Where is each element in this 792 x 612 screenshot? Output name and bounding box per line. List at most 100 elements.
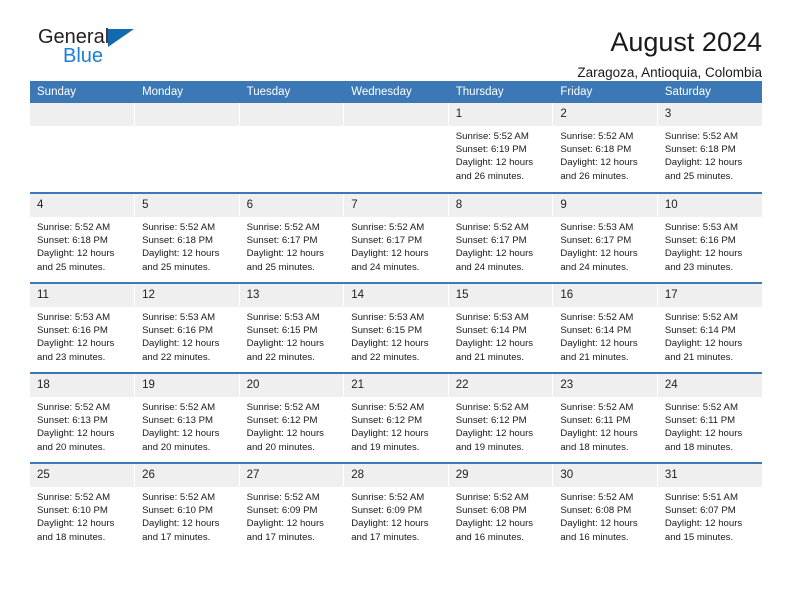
day-number: 14 (344, 284, 448, 307)
calendar-day-cell[interactable]: 19 Sunrise: 5:52 AM Sunset: 6:13 PM Dayligh… (134, 372, 240, 463)
sunrise-text: Sunrise: 5:53 AM (142, 312, 216, 323)
sunrise-text: Sunrise: 5:52 AM (664, 312, 738, 323)
daylight-text-line1: Daylight: 12 hours (664, 157, 743, 169)
calendar-day-cell[interactable]: 27 Sunrise: 5:52 AM Sunset: 6:09 PM Dayligh… (239, 462, 345, 553)
sunset-text: Sunset: 6:18 PM (664, 144, 736, 156)
sunset-text: Sunset: 6:14 PM (455, 325, 527, 337)
sunset-text: Sunset: 6:11 PM (664, 415, 736, 427)
daylight-text-line2: and 24 minutes. (351, 261, 420, 273)
calendar-day-cell[interactable]: 6 Sunrise: 5:52 AM Sunset: 6:17 PM Daylight… (239, 192, 345, 283)
calendar-day-cell[interactable]: 21 Sunrise: 5:52 AM Sunset: 6:12 PM Dayligh… (343, 372, 449, 463)
sunset-text: Sunset: 6:17 PM (455, 235, 527, 247)
calendar-day-cell[interactable]: 20 Sunrise: 5:52 AM Sunset: 6:12 PM Dayligh… (239, 372, 345, 463)
sunrise-text: Sunrise: 5:52 AM (246, 492, 320, 503)
calendar-day-cell[interactable]: 22 Sunrise: 5:52 AM Sunset: 6:12 PM Dayligh… (448, 372, 554, 463)
sunset-text: Sunset: 6:17 PM (246, 235, 318, 247)
day-number: 16 (553, 284, 657, 307)
daylight-text-line2: and 23 minutes. (664, 261, 734, 273)
sunrise-text: Sunrise: 5:53 AM (246, 312, 320, 323)
day-number: 30 (553, 464, 657, 487)
calendar-day-cell[interactable]: 30 Sunrise: 5:52 AM Sunset: 6:08 PM Dayligh… (552, 462, 658, 553)
daylight-text-line2: and 25 minutes. (246, 261, 315, 273)
day-details: Sunrise: 5:52 AM Sunset: 6:18 PM Daylight:… (135, 217, 239, 274)
daylight-text-line2: and 24 minutes. (560, 261, 629, 273)
day-details: Sunrise: 5:52 AM Sunset: 6:17 PM Daylight:… (344, 217, 448, 274)
daylight-text-line2: and 20 minutes. (142, 441, 211, 453)
calendar-day-cell-empty (134, 103, 240, 193)
calendar-day-cell[interactable]: 28 Sunrise: 5:52 AM Sunset: 6:09 PM Dayligh… (343, 462, 449, 553)
day-details: Sunrise: 5:52 AM Sunset: 6:18 PM Daylight:… (553, 126, 657, 183)
calendar-day-cell[interactable]: 18 Sunrise: 5:52 AM Sunset: 6:13 PM Dayligh… (30, 372, 136, 463)
calendar-day-cell[interactable]: 1 Sunrise: 5:52 AM Sunset: 6:19 PM Daylight… (448, 103, 554, 193)
calendar-day-cell[interactable]: 3 Sunrise: 5:52 AM Sunset: 6:18 PM Daylight… (657, 103, 762, 193)
day-number: 27 (239, 464, 344, 487)
daylight-text-line1: Daylight: 12 hours (351, 248, 429, 260)
calendar-day-cell[interactable]: 17 Sunrise: 5:52 AM Sunset: 6:14 PM Dayligh… (657, 282, 762, 373)
day-number: 24 (657, 374, 762, 397)
sunrise-text: Sunrise: 5:52 AM (351, 222, 425, 233)
calendar-day-cell[interactable]: 23 Sunrise: 5:52 AM Sunset: 6:11 PM Dayligh… (552, 372, 658, 463)
daylight-text-line1: Daylight: 12 hours (664, 428, 743, 440)
calendar-page: General Blue August 2024 Zaragoza, Antio… (0, 0, 792, 612)
daylight-text-line1: Daylight: 12 hours (37, 518, 115, 530)
day-details: Sunrise: 5:52 AM Sunset: 6:14 PM Daylight:… (658, 307, 762, 364)
calendar-day-cell[interactable]: 4 Sunrise: 5:52 AM Sunset: 6:18 PM Daylight… (30, 192, 136, 283)
sunset-text: Sunset: 6:12 PM (455, 415, 527, 427)
day-details: Sunrise: 5:53 AM Sunset: 6:14 PM Daylight:… (449, 307, 553, 364)
calendar-day-cell[interactable]: 12 Sunrise: 5:53 AM Sunset: 6:16 PM Dayligh… (134, 282, 240, 373)
calendar-day-cell[interactable]: 9 Sunrise: 5:53 AM Sunset: 6:17 PM Daylight… (552, 192, 658, 283)
sunset-text: Sunset: 6:15 PM (246, 325, 318, 337)
calendar-day-cell[interactable]: 31 Sunrise: 5:51 AM Sunset: 6:07 PM Dayligh… (657, 462, 762, 553)
sunrise-text: Sunrise: 5:52 AM (37, 402, 111, 413)
sunset-text: Sunset: 6:10 PM (142, 505, 213, 517)
logo-text-blue: Blue (63, 45, 104, 67)
sunrise-text: Sunrise: 5:52 AM (37, 222, 111, 233)
calendar-day-cell[interactable]: 13 Sunrise: 5:53 AM Sunset: 6:15 PM Dayligh… (239, 282, 345, 373)
calendar-day-cell[interactable]: 29 Sunrise: 5:52 AM Sunset: 6:08 PM Dayligh… (448, 462, 554, 553)
calendar-day-cell[interactable]: 8 Sunrise: 5:52 AM Sunset: 6:17 PM Daylight… (448, 192, 554, 283)
day-details: Sunrise: 5:52 AM Sunset: 6:08 PM Daylight:… (449, 487, 553, 544)
daylight-text-line2: and 17 minutes. (246, 531, 315, 543)
day-details: Sunrise: 5:53 AM Sunset: 6:15 PM Daylight:… (240, 307, 344, 364)
page-header: General Blue August 2024 Zaragoza, Antio… (30, 0, 762, 80)
daylight-text-line2: and 21 minutes. (560, 351, 629, 363)
general-blue-logo[interactable]: General Blue (30, 26, 150, 72)
calendar-day-cell[interactable]: 5 Sunrise: 5:52 AM Sunset: 6:18 PM Daylight… (134, 192, 240, 283)
calendar-day-cell[interactable]: 26 Sunrise: 5:52 AM Sunset: 6:10 PM Dayligh… (134, 462, 240, 553)
daylight-text-line2: and 18 minutes. (560, 441, 629, 453)
day-number: 26 (135, 464, 239, 487)
weekday-header-row: Sunday Monday Tuesday Wednesday Thursday… (30, 81, 763, 103)
day-number: 5 (135, 194, 239, 217)
day-number: 13 (239, 284, 344, 307)
sunrise-text: Sunrise: 5:51 AM (664, 492, 738, 503)
daylight-text-line1: Daylight: 12 hours (246, 248, 324, 260)
calendar-day-cell[interactable]: 15 Sunrise: 5:53 AM Sunset: 6:14 PM Dayligh… (448, 282, 554, 373)
day-details: Sunrise: 5:52 AM Sunset: 6:09 PM Daylight:… (344, 487, 448, 544)
calendar-day-cell[interactable]: 25 Sunrise: 5:52 AM Sunset: 6:10 PM Dayligh… (30, 462, 136, 553)
day-number (135, 103, 239, 126)
day-number: 4 (30, 194, 135, 217)
day-number: 18 (30, 374, 135, 397)
daylight-text-line2: and 20 minutes. (37, 441, 106, 453)
calendar-day-cell[interactable]: 2 Sunrise: 5:52 AM Sunset: 6:18 PM Daylight… (552, 103, 658, 193)
daylight-text-line1: Daylight: 12 hours (351, 518, 429, 530)
calendar-day-cell[interactable]: 10 Sunrise: 5:53 AM Sunset: 6:16 PM Dayligh… (657, 192, 762, 283)
calendar-day-cell[interactable]: 24 Sunrise: 5:52 AM Sunset: 6:11 PM Dayligh… (657, 372, 762, 463)
calendar-day-cell[interactable]: 7 Sunrise: 5:52 AM Sunset: 6:17 PM Daylight… (343, 192, 449, 283)
daylight-text-line1: Daylight: 12 hours (351, 338, 429, 350)
day-details: Sunrise: 5:52 AM Sunset: 6:12 PM Daylight:… (449, 397, 553, 454)
sunset-text: Sunset: 6:09 PM (351, 505, 423, 517)
calendar-day-cell-empty (343, 103, 449, 193)
day-details: Sunrise: 5:52 AM Sunset: 6:18 PM Daylight:… (658, 126, 762, 183)
logo-triangle-icon (108, 29, 134, 47)
daylight-text-line2: and 17 minutes. (142, 531, 211, 543)
sunrise-text: Sunrise: 5:53 AM (664, 222, 738, 233)
calendar-day-cell[interactable]: 14 Sunrise: 5:53 AM Sunset: 6:15 PM Dayligh… (343, 282, 449, 373)
daylight-text-line1: Daylight: 12 hours (37, 248, 115, 260)
calendar-day-cell[interactable]: 16 Sunrise: 5:52 AM Sunset: 6:14 PM Dayligh… (552, 282, 658, 373)
sunset-text: Sunset: 6:12 PM (351, 415, 423, 427)
daylight-text-line1: Daylight: 12 hours (455, 518, 534, 530)
daylight-text-line1: Daylight: 12 hours (664, 248, 743, 260)
daylight-text-line2: and 16 minutes. (560, 531, 629, 543)
calendar-day-cell[interactable]: 11 Sunrise: 5:53 AM Sunset: 6:16 PM Dayligh… (30, 282, 136, 373)
